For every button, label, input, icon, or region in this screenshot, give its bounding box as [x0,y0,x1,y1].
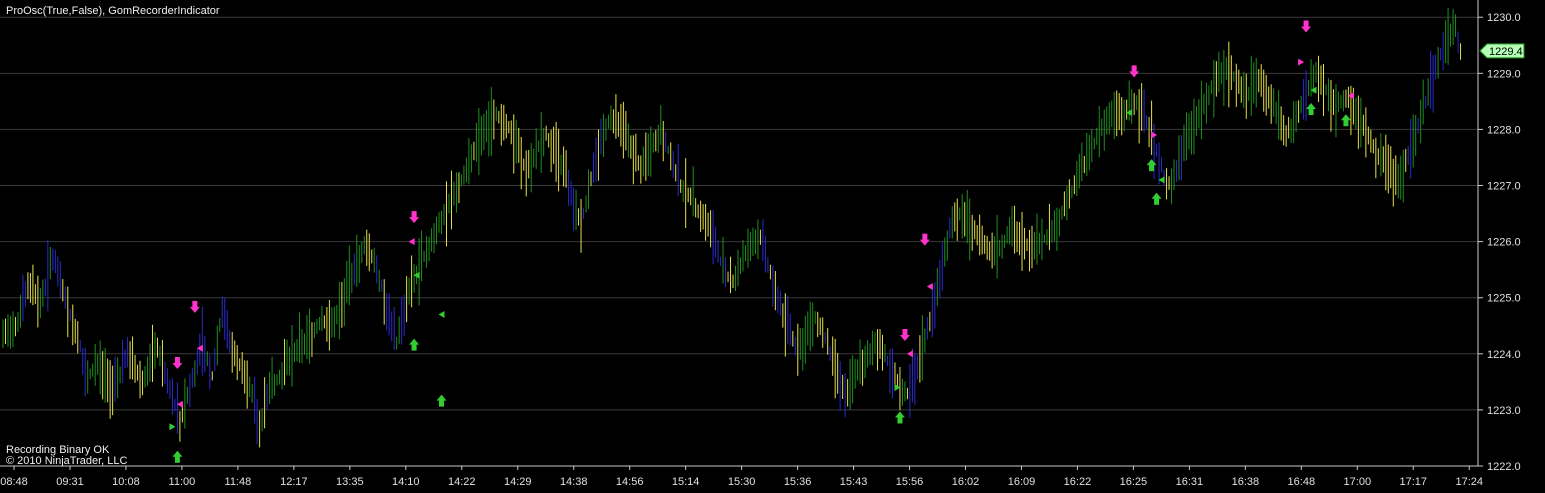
price-chart[interactable]: 1222.0 1223.0 1224.0 1225.0 1226.0 1227.0 1228… [0,0,1545,493]
xtick-label: 15:36 [784,476,812,488]
price-bars [2,7,1462,448]
last-price-label: 1229.4 [1489,46,1523,58]
xtick-label: 14:56 [616,476,644,488]
sell-arrow-icon [172,357,183,370]
status-text: Recording Binary OK © 2010 NinjaTrader, … [6,445,127,467]
xtick-label: 14:22 [448,476,476,488]
sell-arrow-icon [899,328,910,341]
buy-arrow-icon [409,338,420,351]
ytick-label: 1224.0 [1487,349,1521,361]
xtick-label: 08:48 [0,476,28,488]
signal-triangle-icon [408,238,415,246]
signal-triangle-icon [906,350,913,358]
signal-triangle-icon [926,282,933,290]
xtick-label: 13:35 [336,476,364,488]
xtick-label: 15:43 [840,476,868,488]
xtick-label: 16:09 [1008,476,1036,488]
xtick-label: 15:30 [728,476,756,488]
signal-triangle-icon [169,423,176,431]
ytick-label: 1222.0 [1487,461,1521,473]
xtick-label: 09:31 [56,476,84,488]
sell-arrow-icon [409,211,420,224]
xtick-label: 17:00 [1344,476,1372,488]
copyright-text: © 2010 NinjaTrader, LLC [6,455,128,467]
ytick-label: 1230.0 [1487,12,1521,24]
xtick-label: 17:24 [1455,476,1483,488]
buy-arrow-icon [1146,159,1157,172]
xtick-label: 14:38 [560,476,588,488]
sell-arrow-icon [919,233,930,246]
time-axis[interactable]: 08:48 09:31 10:08 11:00 11:48 12:17 13:35 14:10… [0,465,1483,488]
sell-arrow-icon [1301,20,1312,33]
xtick-label: 14:10 [392,476,420,488]
indicator-label: ProOsc(True,False), GomRecorderIndicator [6,5,220,17]
xtick-label: 10:08 [112,476,140,488]
ytick-label: 1229.0 [1487,68,1521,80]
xtick-label: 16:38 [1232,476,1260,488]
xtick-label: 16:31 [1176,476,1204,488]
buy-arrow-icon [172,450,183,463]
xtick-label: 11:48 [225,476,252,488]
xtick-label: 14:29 [504,476,532,488]
price-axis[interactable]: 1222.0 1223.0 1224.0 1225.0 1226.0 1227.0 1228… [1477,0,1521,473]
signal-triangle-icon [1298,58,1305,66]
xtick-label: 12:17 [280,476,308,488]
ytick-label: 1227.0 [1487,181,1521,193]
xtick-label: 16:22 [1064,476,1092,488]
xtick-label: 15:56 [896,476,924,488]
xtick-label: 16:02 [952,476,980,488]
ytick-label: 1225.0 [1487,293,1521,305]
xtick-label: 16:25 [1120,476,1148,488]
xtick-label: 15:14 [672,476,700,488]
buy-arrow-icon [1151,192,1162,205]
sell-arrow-icon [1129,65,1140,78]
xtick-label: 17:17 [1400,476,1428,488]
signal-triangle-icon [438,311,445,319]
ytick-label: 1228.0 [1487,124,1521,136]
ytick-label: 1226.0 [1487,237,1521,249]
ytick-label: 1223.0 [1487,405,1521,417]
sell-arrow-icon [189,300,200,313]
buy-arrow-icon [1340,114,1351,127]
buy-arrow-icon [436,394,447,407]
last-price-marker: 1229.4 [1479,43,1525,59]
xtick-label: 16:48 [1288,476,1316,488]
xtick-label: 11:00 [169,476,196,488]
buy-arrow-icon [894,411,905,424]
buy-arrow-icon [1306,102,1317,115]
